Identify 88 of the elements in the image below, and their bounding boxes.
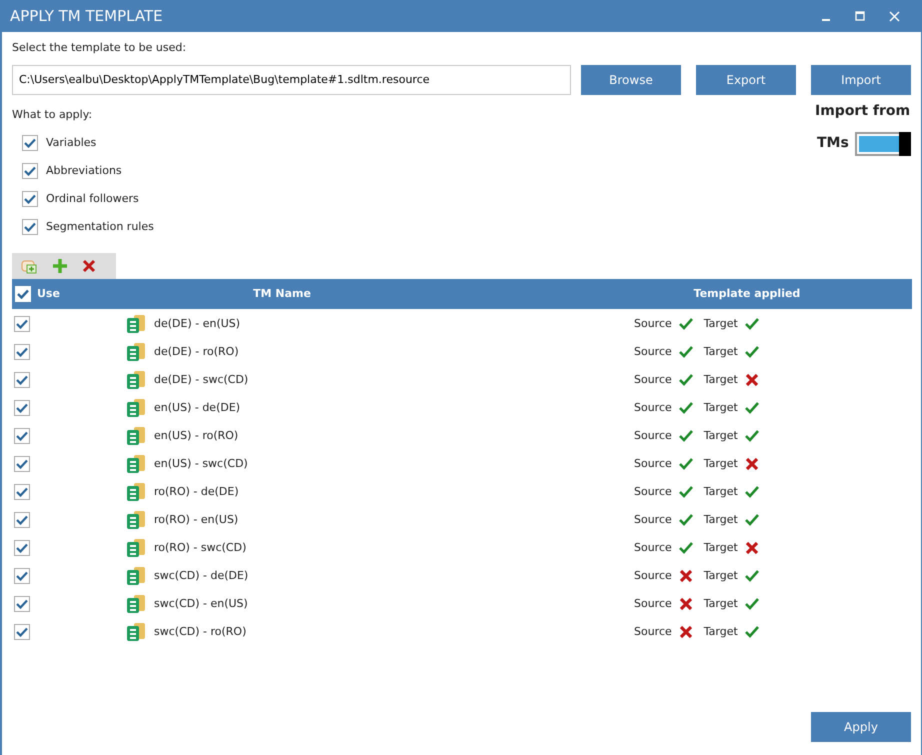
option-label: Variables <box>46 134 96 151</box>
source-label: Source <box>634 484 672 500</box>
target-label: Target <box>704 372 738 388</box>
database-icon <box>126 342 146 362</box>
target-label: Target <box>704 596 738 612</box>
source-label: Source <box>634 428 672 444</box>
target-label: Target <box>704 344 738 360</box>
database-icon <box>126 510 146 530</box>
row-checkbox[interactable] <box>14 540 30 556</box>
database-icon <box>126 594 146 614</box>
row-checkbox[interactable] <box>14 624 30 640</box>
option-label: Ordinal followers <box>46 190 139 207</box>
database-icon <box>126 398 146 418</box>
tm-name: de(DE) - en(US) <box>154 316 240 332</box>
tm-name: ro(RO) - de(DE) <box>154 484 239 500</box>
option-label: Abbreviations <box>46 162 122 179</box>
source-label: Source <box>634 596 672 612</box>
option-checkbox[interactable] <box>22 163 38 179</box>
tm-name: en(US) - ro(RO) <box>154 428 238 444</box>
database-icon <box>126 454 146 474</box>
option-label: Segmentation rules <box>46 218 154 235</box>
action-button[interactable]: Import <box>811 64 911 94</box>
tm-name: ro(RO) - swc(CD) <box>154 540 246 556</box>
source-label: Source <box>634 540 672 556</box>
row-checkbox[interactable] <box>14 456 30 472</box>
template-label: Select the template to be used: <box>12 40 188 56</box>
apply-label: What to apply: <box>12 106 94 122</box>
option-checkbox[interactable] <box>22 191 38 207</box>
close-icon <box>888 10 900 22</box>
apply-button[interactable]: Apply <box>811 712 911 742</box>
delete-icon[interactable] <box>82 259 96 273</box>
tm-name: en(US) - de(DE) <box>154 400 240 416</box>
tm-name: ro(RO) - en(US) <box>154 512 238 528</box>
target-label: Target <box>704 540 738 556</box>
window-title: APPLY TM TEMPLATE <box>10 6 164 27</box>
column-header: TM Name <box>253 286 311 300</box>
tm-name: swc(CD) - ro(RO) <box>154 624 246 640</box>
database-icon <box>126 314 146 334</box>
row-checkbox[interactable] <box>14 344 30 360</box>
source-label: Source <box>634 316 672 332</box>
row-checkbox[interactable] <box>14 428 30 444</box>
target-label: Target <box>704 316 738 332</box>
select-all-checkbox[interactable] <box>15 286 31 302</box>
target-label: Target <box>704 624 738 640</box>
source-label: Source <box>634 512 672 528</box>
source-label: Source <box>634 400 672 416</box>
database-icon <box>126 622 146 642</box>
option-checkbox[interactable] <box>22 219 38 235</box>
row-checkbox[interactable] <box>14 568 30 584</box>
column-header: Use <box>37 286 60 302</box>
row-checkbox[interactable] <box>14 596 30 612</box>
source-label: Source <box>634 624 672 640</box>
row-checkbox[interactable] <box>14 484 30 500</box>
source-label: Source <box>634 568 672 584</box>
add-database-icon[interactable] <box>20 258 38 274</box>
source-label: Source <box>634 456 672 472</box>
maximize-icon <box>855 11 865 21</box>
import-toggle[interactable] <box>854 132 911 156</box>
target-label: Target <box>704 400 738 416</box>
database-icon <box>126 566 146 586</box>
import-label: Import from <box>815 102 911 120</box>
minimize-icon <box>822 19 830 21</box>
target-label: Target <box>704 568 738 584</box>
tm-name: de(DE) - ro(RO) <box>154 344 239 360</box>
target-label: Target <box>704 428 738 444</box>
action-button[interactable]: Export <box>696 64 796 94</box>
import-label-continued: TMs <box>817 134 849 153</box>
target-label: Target <box>704 512 738 528</box>
database-icon <box>126 426 146 446</box>
database-icon <box>126 482 146 502</box>
row-checkbox[interactable] <box>14 400 30 416</box>
tm-name: swc(CD) - de(DE) <box>154 568 248 584</box>
source-label: Source <box>634 372 672 388</box>
database-icon <box>126 538 146 558</box>
target-label: Target <box>704 484 738 500</box>
database-icon <box>126 370 146 390</box>
action-button[interactable]: Browse <box>581 64 681 94</box>
row-checkbox[interactable] <box>14 512 30 528</box>
tm-name: swc(CD) - en(US) <box>154 596 248 612</box>
tm-name: de(DE) - swc(CD) <box>154 372 248 388</box>
row-checkbox[interactable] <box>14 316 30 332</box>
source-label: Source <box>634 344 672 360</box>
tm-name: en(US) - swc(CD) <box>154 456 248 472</box>
target-label: Target <box>704 456 738 472</box>
template-path-field[interactable]: C:\Users\ealbu\Desktop\ApplyTMTemplate\Bug\template#1.sdltm.resource <box>12 64 571 94</box>
row-checkbox[interactable] <box>14 372 30 388</box>
column-header: Template applied <box>694 286 800 300</box>
option-checkbox[interactable] <box>22 135 38 151</box>
